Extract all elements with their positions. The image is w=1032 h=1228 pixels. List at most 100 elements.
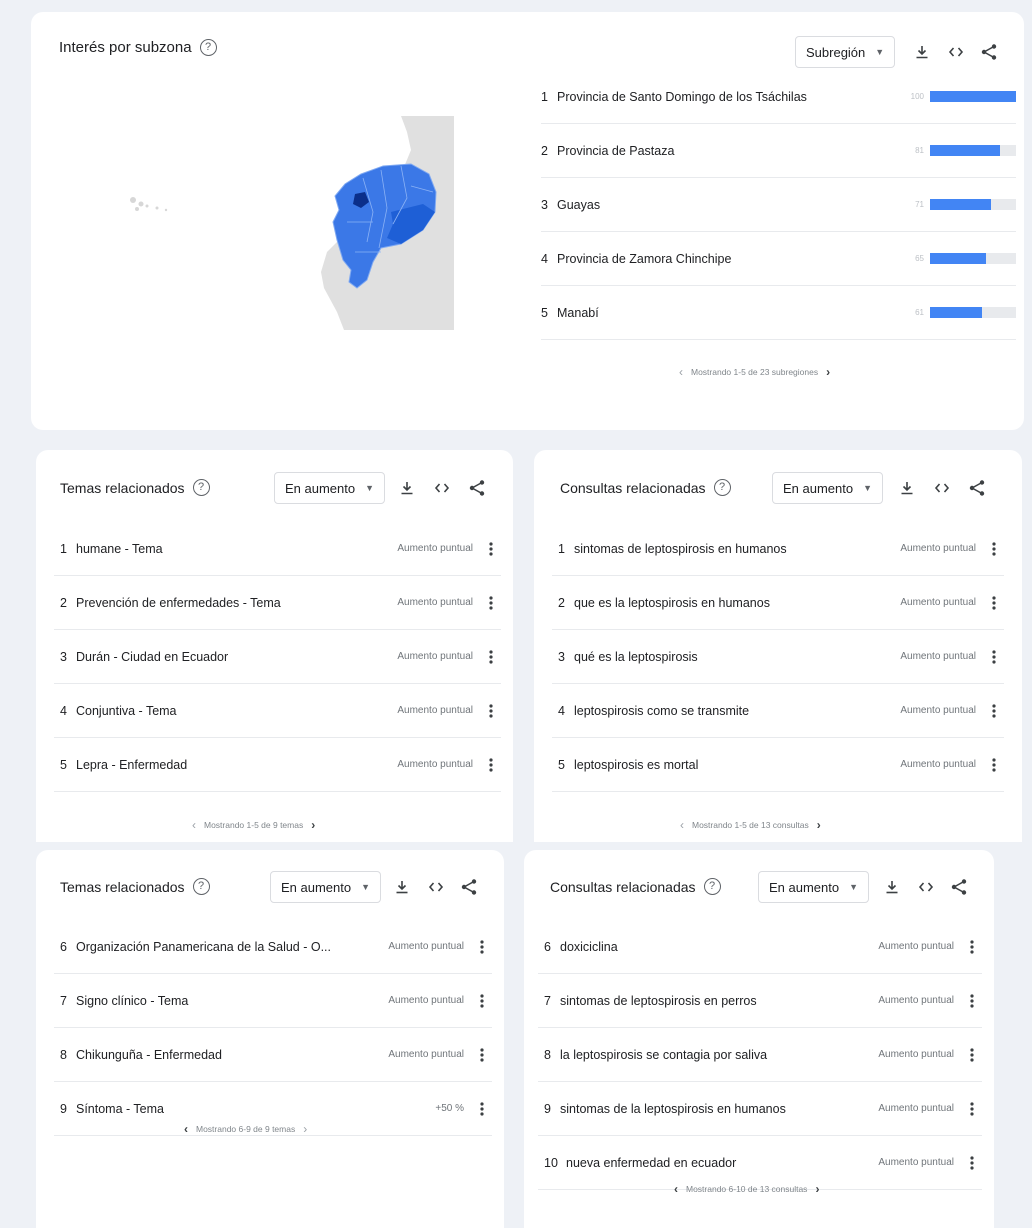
list-item-value: Aumento puntual (900, 705, 976, 716)
list-item-label: qué es la leptospirosis (574, 649, 698, 664)
share-icon[interactable] (948, 876, 970, 898)
chevron-left-icon[interactable]: ‹ (184, 1122, 188, 1136)
download-icon[interactable] (881, 876, 903, 898)
queries-filter-select[interactable]: En aumento ▼ (758, 871, 870, 903)
list-item-value: Aumento puntual (878, 1049, 954, 1060)
list-item[interactable]: 8 la leptospirosis se contagia por saliva… (538, 1028, 982, 1082)
region-bar-fill (930, 253, 986, 264)
region-map[interactable] (111, 112, 461, 342)
more-vert-icon[interactable] (984, 593, 1004, 613)
more-vert-icon[interactable] (962, 1099, 982, 1119)
subzone-title-text: Interés por subzona (59, 39, 192, 56)
list-item[interactable]: 3 Durán - Ciudad en Ecuador Aumento puntua… (54, 630, 501, 684)
subregion-select[interactable]: Subregión ▼ (795, 36, 896, 68)
embed-icon[interactable] (431, 477, 453, 499)
list-item[interactable]: 3 qué es la leptospirosis Aumento puntual (552, 630, 1004, 684)
help-icon[interactable]: ? (192, 479, 210, 496)
embed-icon[interactable] (945, 41, 967, 63)
download-icon[interactable] (896, 477, 918, 499)
chevron-left-icon[interactable]: ‹ (680, 818, 684, 832)
embed-icon[interactable] (425, 876, 447, 898)
share-icon[interactable] (978, 41, 1000, 63)
list-item[interactable]: 6 doxiciclina Aumento puntual (538, 920, 982, 974)
list-item[interactable]: 2 que es la leptospirosis en humanos Aumen… (552, 576, 1004, 630)
more-vert-icon[interactable] (481, 755, 501, 775)
region-bar (930, 307, 1016, 318)
more-vert-icon[interactable] (472, 937, 492, 957)
chevron-left-icon[interactable]: ‹ (674, 1182, 678, 1196)
more-vert-icon[interactable] (984, 701, 1004, 721)
list-item-label: Síntoma - Tema (76, 1101, 165, 1116)
list-item-label: sintomas de la leptospirosis en humanos (560, 1101, 786, 1116)
chevron-down-icon: ▼ (849, 882, 859, 892)
chevron-right-icon[interactable]: › (826, 365, 830, 379)
topics-filter-select[interactable]: En aumento ▼ (274, 472, 386, 504)
more-vert-icon[interactable] (962, 937, 982, 957)
region-row[interactable]: 1 Provincia de Santo Domingo de los Tsác… (541, 70, 1016, 124)
chevron-right-icon[interactable]: › (311, 818, 315, 832)
more-vert-icon[interactable] (984, 539, 1004, 559)
help-icon[interactable]: ? (703, 878, 721, 895)
chevron-down-icon: ▼ (875, 47, 885, 57)
region-row[interactable]: 5 Manabí 61 (541, 286, 1016, 340)
region-bar (930, 253, 1016, 264)
more-vert-icon[interactable] (472, 1045, 492, 1065)
list-item[interactable]: 5 Lepra - Enfermedad Aumento puntual (54, 738, 501, 792)
more-vert-icon[interactable] (481, 539, 501, 559)
more-vert-icon[interactable] (962, 1045, 982, 1065)
list-item[interactable]: 9 sintomas de la leptospirosis en humanos… (538, 1082, 982, 1136)
region-rank: 4 (541, 251, 548, 266)
list-item-label: leptospirosis como se transmite (574, 703, 750, 718)
more-vert-icon[interactable] (984, 647, 1004, 667)
region-row[interactable]: 4 Provincia de Zamora Chinchipe 65 (541, 232, 1016, 286)
list-item-label: Prevención de enfermedades - Tema (76, 595, 281, 610)
subzone-pager: ‹ Mostrando 1-5 de 23 subregiones › (679, 365, 830, 379)
more-vert-icon[interactable] (472, 991, 492, 1011)
chevron-left-icon[interactable]: ‹ (192, 818, 196, 832)
more-vert-icon[interactable] (962, 991, 982, 1011)
region-bar (930, 199, 1016, 210)
list-item[interactable]: 8 Chikunguña - Enfermedad Aumento puntual (54, 1028, 492, 1082)
share-icon[interactable] (966, 477, 988, 499)
list-item[interactable]: 7 Signo clínico - Tema Aumento puntual (54, 974, 492, 1028)
chevron-right-icon[interactable]: › (815, 1182, 819, 1196)
chevron-down-icon: ▼ (365, 483, 375, 493)
topics-pager-text: Mostrando 1-5 de 9 temas (204, 820, 304, 830)
list-item-rank: 3 (60, 649, 67, 664)
download-icon[interactable] (391, 876, 413, 898)
chevron-right-icon[interactable]: › (303, 1122, 307, 1136)
more-vert-icon[interactable] (481, 593, 501, 613)
list-item-rank: 9 (544, 1101, 551, 1116)
list-item[interactable]: 4 leptospirosis como se transmite Aumento … (552, 684, 1004, 738)
embed-icon[interactable] (915, 876, 937, 898)
download-icon[interactable] (911, 41, 933, 63)
queries-filter-select[interactable]: En aumento ▼ (772, 472, 884, 504)
chevron-right-icon[interactable]: › (817, 818, 821, 832)
list-item[interactable]: 2 Prevención de enfermedades - Tema Aument… (54, 576, 501, 630)
list-item[interactable]: 6 Organización Panamericana de la Salud -… (54, 920, 492, 974)
region-row[interactable]: 3 Guayas 71 (541, 178, 1016, 232)
list-item[interactable]: 4 Conjuntiva - Tema Aumento puntual (54, 684, 501, 738)
more-vert-icon[interactable] (962, 1153, 982, 1173)
share-icon[interactable] (458, 876, 480, 898)
download-icon[interactable] (396, 477, 418, 499)
help-icon[interactable]: ? (199, 39, 217, 56)
more-vert-icon[interactable] (481, 701, 501, 721)
more-vert-icon[interactable] (472, 1099, 492, 1119)
more-vert-icon[interactable] (984, 755, 1004, 775)
topics-filter-select[interactable]: En aumento ▼ (270, 871, 382, 903)
list-item[interactable]: 1 sintomas de leptospirosis en humanos Aum… (552, 522, 1004, 576)
help-icon[interactable]: ? (713, 479, 731, 496)
queries-filter-label: En aumento (769, 879, 840, 895)
list-item-rank: 5 (558, 757, 565, 772)
list-item[interactable]: 5 leptospirosis es mortal Aumento puntual (552, 738, 1004, 792)
region-row[interactable]: 2 Provincia de Pastaza 81 (541, 124, 1016, 178)
embed-icon[interactable] (931, 477, 953, 499)
chevron-left-icon[interactable]: ‹ (679, 365, 683, 379)
share-icon[interactable] (466, 477, 488, 499)
list-item[interactable]: 1 humane - Tema Aumento puntual (54, 522, 501, 576)
more-vert-icon[interactable] (481, 647, 501, 667)
help-icon[interactable]: ? (192, 878, 210, 895)
list-item[interactable]: 7 sintomas de leptospirosis en perros Aume… (538, 974, 982, 1028)
subzone-pager-text: Mostrando 1-5 de 23 subregiones (691, 367, 819, 377)
